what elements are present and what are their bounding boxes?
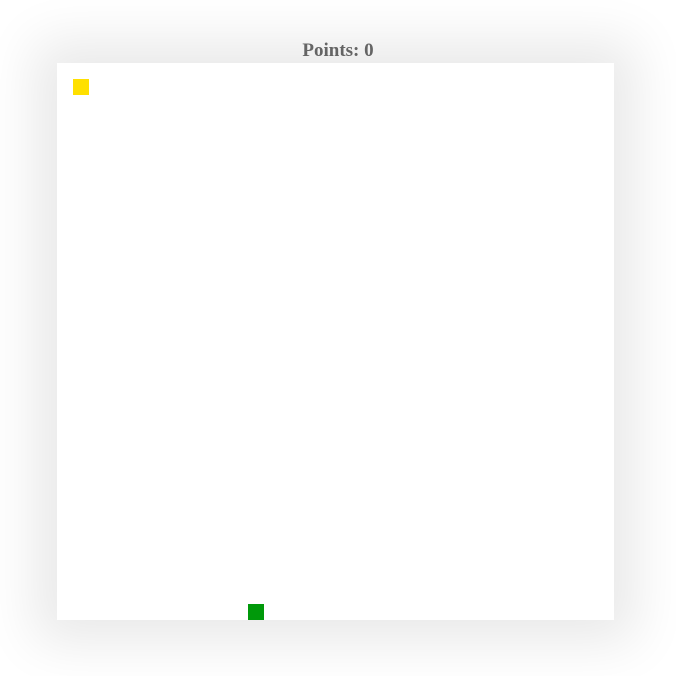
score-display: Points: 0 — [302, 40, 374, 61]
game-board[interactable] — [57, 63, 614, 620]
food-item — [73, 79, 89, 95]
snake-head — [248, 604, 264, 620]
